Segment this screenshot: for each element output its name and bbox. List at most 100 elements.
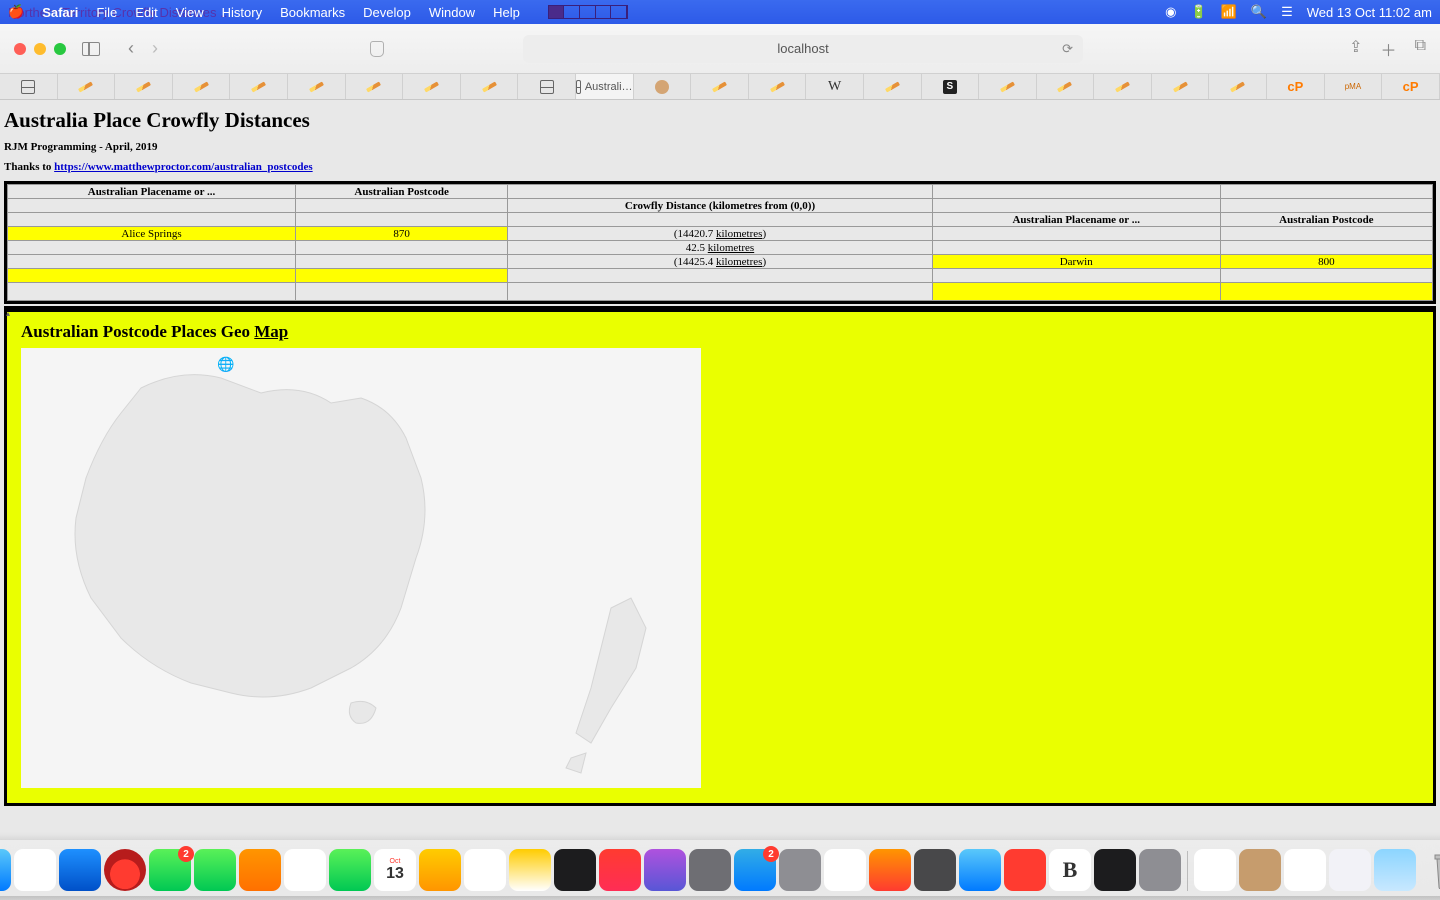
app-name[interactable]: Safari xyxy=(42,5,78,20)
browser-tab[interactable] xyxy=(230,74,288,99)
input-empty[interactable] xyxy=(8,269,296,283)
browser-tab[interactable] xyxy=(749,74,807,99)
browser-tab[interactable] xyxy=(1037,74,1095,99)
browser-tab[interactable] xyxy=(634,74,692,99)
input-postcode-left[interactable]: 870 xyxy=(296,227,508,241)
browser-tab[interactable] xyxy=(403,74,461,99)
reload-icon[interactable]: ⟳ xyxy=(1062,41,1073,57)
browser-tab[interactable] xyxy=(58,74,116,99)
map-link[interactable]: Map xyxy=(254,322,288,341)
dock-safari[interactable] xyxy=(59,849,101,891)
input-place-right[interactable]: Darwin xyxy=(932,255,1220,269)
km-link[interactable]: kilometres xyxy=(716,228,762,240)
dock-firefox[interactable] xyxy=(869,849,911,891)
dock-trash[interactable] xyxy=(1425,845,1440,891)
dock-music[interactable] xyxy=(599,849,641,891)
browser-tab[interactable] xyxy=(691,74,749,99)
input-place-left[interactable]: Alice Springs xyxy=(8,227,296,241)
tab-overview-icon[interactable]: ⧉ xyxy=(1415,37,1426,61)
address-bar[interactable]: localhost ⟳ xyxy=(523,35,1083,63)
input-empty[interactable] xyxy=(296,269,508,283)
browser-tab[interactable] xyxy=(518,74,576,99)
menu-history[interactable]: History xyxy=(222,5,262,20)
browser-tab[interactable] xyxy=(1094,74,1152,99)
input-empty[interactable] xyxy=(1220,283,1432,301)
back-button[interactable]: ‹ xyxy=(128,38,134,59)
dock-folder[interactable] xyxy=(1374,849,1416,891)
new-tab-icon[interactable]: ＋ xyxy=(1381,37,1397,61)
dock-textedit[interactable] xyxy=(1284,849,1326,891)
browser-tab[interactable]: cP xyxy=(1267,74,1325,99)
menu-bookmarks[interactable]: Bookmarks xyxy=(280,5,345,20)
km-link[interactable]: kilometres xyxy=(708,242,754,254)
browser-tab[interactable] xyxy=(979,74,1037,99)
dock-calculator[interactable] xyxy=(914,849,956,891)
resize-handle-icon[interactable]: ▴ xyxy=(6,309,16,317)
browser-tab[interactable] xyxy=(461,74,519,99)
share-icon[interactable]: ⇪ xyxy=(1349,37,1362,61)
dock-opera[interactable] xyxy=(104,849,146,891)
browser-tab-active[interactable]: Australi… xyxy=(576,74,634,99)
map-canvas[interactable] xyxy=(21,348,701,788)
menu-edit[interactable]: Edit xyxy=(135,5,157,20)
browser-tab[interactable]: W xyxy=(806,74,864,99)
dock-app[interactable]: B xyxy=(1049,849,1091,891)
dock-app[interactable] xyxy=(239,849,281,891)
dock-messages[interactable]: 2 xyxy=(149,849,191,891)
input-empty[interactable] xyxy=(932,283,1220,301)
privacy-shield-icon[interactable] xyxy=(370,41,384,57)
dock-app[interactable] xyxy=(824,849,866,891)
dock-calendar[interactable]: Oct13 xyxy=(374,849,416,891)
menu-file[interactable]: File xyxy=(96,5,117,20)
menu-help[interactable]: Help xyxy=(493,5,520,20)
menu-window[interactable]: Window xyxy=(429,5,475,20)
spotlight-icon[interactable]: 🔍 xyxy=(1251,4,1267,20)
browser-tab[interactable] xyxy=(1152,74,1210,99)
dock-filezilla[interactable] xyxy=(1004,849,1046,891)
dock-mamp[interactable] xyxy=(1139,849,1181,891)
browser-tab[interactable] xyxy=(173,74,231,99)
browser-tab[interactable]: cP xyxy=(1382,74,1440,99)
dock-appstore[interactable]: 2 xyxy=(734,849,776,891)
browser-tab[interactable]: S xyxy=(922,74,980,99)
dock-launchpad[interactable] xyxy=(14,849,56,891)
dock-appletv[interactable] xyxy=(554,849,596,891)
browser-tab[interactable] xyxy=(288,74,346,99)
dock-app[interactable] xyxy=(689,849,731,891)
control-center-icon[interactable]: ☰ xyxy=(1281,4,1293,20)
dock-facetime[interactable] xyxy=(329,849,371,891)
dock-podcasts[interactable] xyxy=(644,849,686,891)
browser-tab[interactable]: pMA xyxy=(1325,74,1383,99)
minimize-window-button[interactable] xyxy=(34,43,46,55)
menu-view[interactable]: View xyxy=(176,5,204,20)
apple-menu[interactable]: 🍎 xyxy=(8,4,24,20)
sidebar-toggle-icon[interactable] xyxy=(82,42,100,56)
forward-button[interactable]: › xyxy=(152,38,158,59)
dock-terminal[interactable] xyxy=(1094,849,1136,891)
battery-icon[interactable]: 🔋 xyxy=(1191,4,1207,20)
dock-app[interactable] xyxy=(1329,849,1371,891)
browser-tab[interactable] xyxy=(0,74,58,99)
dock-app[interactable] xyxy=(1239,849,1281,891)
fullscreen-window-button[interactable] xyxy=(54,43,66,55)
dock-app[interactable] xyxy=(419,849,461,891)
dock-reminders[interactable] xyxy=(464,849,506,891)
dock-photos[interactable] xyxy=(284,849,326,891)
dock-notes[interactable] xyxy=(509,849,551,891)
dock-finder[interactable] xyxy=(0,849,11,891)
input-postcode-right[interactable]: 800 xyxy=(1220,255,1432,269)
dock-facetime-audio[interactable] xyxy=(194,849,236,891)
map-marker-icon[interactable] xyxy=(217,356,233,372)
browser-tab[interactable] xyxy=(346,74,404,99)
close-window-button[interactable] xyxy=(14,43,26,55)
browser-tab[interactable] xyxy=(864,74,922,99)
browser-tab[interactable] xyxy=(1209,74,1267,99)
menu-develop[interactable]: Develop xyxy=(363,5,411,20)
screen-record-icon[interactable]: ◉ xyxy=(1165,4,1176,20)
dock-chrome[interactable] xyxy=(1194,849,1236,891)
menubar-clock[interactable]: Wed 13 Oct 11:02 am xyxy=(1307,5,1432,20)
wifi-icon[interactable]: 📶 xyxy=(1221,4,1237,20)
browser-tab[interactable] xyxy=(115,74,173,99)
dock-app[interactable] xyxy=(959,849,1001,891)
credits-link[interactable]: https://www.matthewproctor.com/australia… xyxy=(54,161,313,173)
